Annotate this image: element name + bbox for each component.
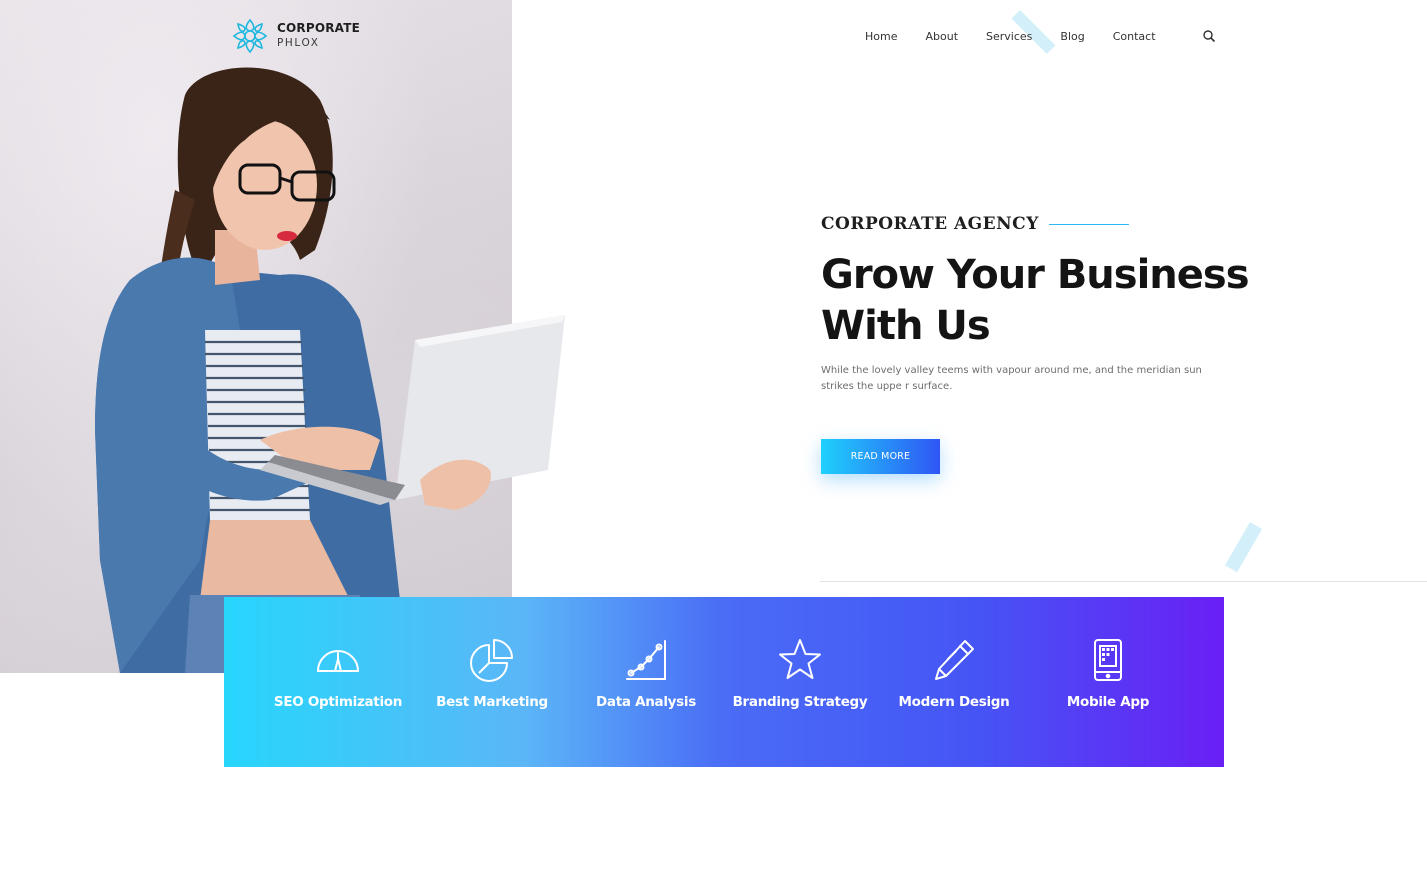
pen-icon xyxy=(935,640,974,680)
service-label: Best Marketing xyxy=(436,694,548,710)
search-icon[interactable] xyxy=(1202,29,1216,43)
services-band: SEO Optimization Best Marketing Data Ana xyxy=(224,597,1224,767)
service-label: Modern Design xyxy=(898,694,1010,710)
woman-with-laptop-image xyxy=(95,67,565,673)
hero-eyebrow: CORPORATE AGENCY xyxy=(821,214,1129,234)
nav-item-blog[interactable]: Blog xyxy=(1060,30,1084,43)
service-label: SEO Optimization xyxy=(273,694,403,710)
hero-headline: Grow Your Business With Us xyxy=(821,250,1261,352)
logo-title: CORPORATE xyxy=(277,21,361,35)
nav-item-about[interactable]: About xyxy=(925,30,958,43)
pie-chart-icon xyxy=(470,639,513,682)
nav-item-services[interactable]: Services xyxy=(986,30,1032,43)
read-more-button[interactable]: READ MORE xyxy=(821,439,940,474)
service-mobile-app[interactable]: Mobile App xyxy=(1031,597,1185,767)
flower-logo-icon xyxy=(232,18,268,54)
logo[interactable]: CORPORATE PHLOX xyxy=(230,16,360,56)
service-best-marketing[interactable]: Best Marketing xyxy=(415,597,569,767)
service-branding-strategy[interactable]: Branding Strategy xyxy=(723,597,877,767)
service-label: Mobile App xyxy=(1066,694,1150,710)
tablet-icon xyxy=(1094,639,1122,681)
line-graph-icon xyxy=(626,640,666,680)
hero-photo xyxy=(0,0,565,673)
star-icon xyxy=(779,639,821,679)
logo-subtitle: PHLOX xyxy=(277,37,320,49)
service-seo-optimization[interactable]: SEO Optimization xyxy=(261,597,415,767)
main-nav: Home About Services Blog Contact xyxy=(865,30,1156,43)
divider xyxy=(820,581,1427,582)
nav-item-home[interactable]: Home xyxy=(865,30,897,43)
eyebrow-text: CORPORATE AGENCY xyxy=(821,214,1039,234)
service-label: Branding Strategy xyxy=(732,694,868,710)
logo-text: CORPORATE PHLOX xyxy=(277,21,360,51)
hero-paragraph: While the lovely valley teems with vapou… xyxy=(821,363,1221,395)
service-modern-design[interactable]: Modern Design xyxy=(877,597,1031,767)
speedometer-icon xyxy=(316,650,360,672)
headline-line-2: With Us xyxy=(821,303,991,349)
eyebrow-divider xyxy=(1048,223,1129,225)
headline-line-1: Grow Your Business xyxy=(821,252,1250,298)
paragraph-line-2: strikes the uppe r surface. xyxy=(821,381,953,392)
paragraph-line-1: While the lovely valley teems with vapou… xyxy=(821,365,1202,376)
service-label: Data Analysis xyxy=(596,694,696,710)
decorative-strip xyxy=(1225,522,1263,573)
nav-item-contact[interactable]: Contact xyxy=(1113,30,1156,43)
service-data-analysis[interactable]: Data Analysis xyxy=(569,597,723,767)
